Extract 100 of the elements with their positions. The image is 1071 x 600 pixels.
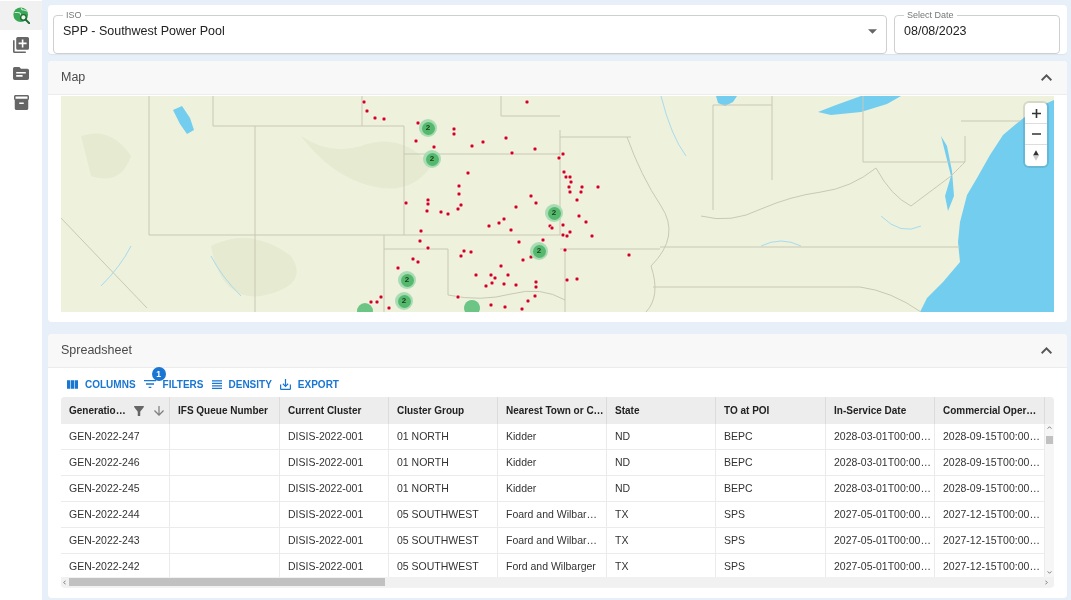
map-marker-icon[interactable] <box>528 254 534 260</box>
cluster-marker-icon[interactable] <box>464 300 480 312</box>
map-marker-icon[interactable] <box>496 220 502 226</box>
map-marker-icon[interactable] <box>424 208 430 214</box>
toolbar-button[interactable]: DENSITY <box>211 375 272 393</box>
map-marker-icon[interactable] <box>451 126 457 132</box>
map-marker-icon[interactable] <box>533 284 539 290</box>
map-marker-icon[interactable] <box>567 189 573 195</box>
map-marker-icon[interactable] <box>533 200 539 206</box>
map-marker-icon[interactable] <box>486 223 492 229</box>
map-marker-icon[interactable] <box>415 120 421 126</box>
map-marker-icon[interactable] <box>564 233 570 239</box>
map-marker-icon[interactable] <box>567 229 573 235</box>
map-marker-icon[interactable] <box>488 272 494 278</box>
map-marker-icon[interactable] <box>410 256 416 262</box>
map-marker-icon[interactable] <box>413 138 419 144</box>
map-marker-icon[interactable] <box>513 204 519 210</box>
map-marker-icon[interactable] <box>564 277 570 283</box>
map-marker-icon[interactable] <box>525 298 531 304</box>
map-marker-icon[interactable] <box>583 219 589 225</box>
map-marker-icon[interactable] <box>445 211 451 217</box>
map-marker-icon[interactable] <box>425 201 431 207</box>
map-marker-icon[interactable] <box>381 116 387 122</box>
map-marker-icon[interactable] <box>508 227 514 233</box>
map-marker-icon[interactable] <box>516 239 522 245</box>
map-marker-icon[interactable] <box>374 299 380 305</box>
map-marker-icon[interactable] <box>509 150 515 156</box>
sort-down-arrow-icon[interactable] <box>154 405 164 416</box>
map-marker-icon[interactable] <box>574 276 580 282</box>
map-marker-icon[interactable] <box>451 131 457 137</box>
map-marker-icon[interactable] <box>458 202 464 208</box>
map-marker-icon[interactable] <box>560 222 566 228</box>
vertical-scrollbar[interactable] <box>1045 424 1054 577</box>
map-marker-icon[interactable] <box>563 174 569 180</box>
map-marker-icon[interactable] <box>501 281 507 287</box>
map-marker-icon[interactable] <box>532 146 538 152</box>
map-marker-icon[interactable] <box>556 155 562 161</box>
scrollbar-thumb[interactable] <box>69 578 385 586</box>
map-marker-icon[interactable] <box>560 151 566 157</box>
toolbar-button[interactable]: COLUMNS <box>67 375 136 393</box>
map-marker-icon[interactable] <box>488 302 494 308</box>
map-marker-icon[interactable] <box>455 294 461 300</box>
map-marker-icon[interactable] <box>438 209 444 215</box>
map-marker-icon[interactable] <box>465 170 471 176</box>
map-marker-icon[interactable] <box>561 169 567 175</box>
map-marker-icon[interactable] <box>566 184 572 190</box>
map-marker-icon[interactable] <box>595 184 601 190</box>
map-marker-icon[interactable] <box>461 248 467 254</box>
map-marker-icon[interactable] <box>403 200 409 206</box>
map-marker-icon[interactable] <box>519 306 525 312</box>
map-marker-icon[interactable] <box>579 184 585 190</box>
map-marker-icon[interactable] <box>489 280 495 286</box>
map-marker-icon[interactable] <box>480 139 486 145</box>
map-marker-icon[interactable] <box>469 143 475 149</box>
map-marker-icon[interactable] <box>520 257 526 263</box>
map-marker-icon[interactable] <box>540 237 546 243</box>
map-marker-icon[interactable] <box>473 272 479 278</box>
map-marker-icon[interactable] <box>532 293 538 299</box>
map-marker-icon[interactable] <box>578 189 584 195</box>
map-marker-icon[interactable] <box>528 193 534 199</box>
map-marker-icon[interactable] <box>361 99 367 105</box>
sidebar-item[interactable] <box>0 1 42 30</box>
map-marker-icon[interactable] <box>425 197 431 203</box>
map-marker-icon[interactable] <box>503 135 509 141</box>
map-marker-icon[interactable] <box>468 249 474 255</box>
map-marker-icon[interactable] <box>533 279 539 285</box>
map-marker-icon[interactable] <box>431 144 437 150</box>
map-marker-icon[interactable] <box>415 259 421 265</box>
date-field[interactable]: Select Date 08/08/2023 <box>894 10 1060 54</box>
map-marker-icon[interactable] <box>386 305 392 311</box>
map-marker-icon[interactable] <box>501 216 507 222</box>
map-marker-icon[interactable] <box>568 179 574 185</box>
map-marker-icon[interactable] <box>483 283 489 289</box>
map-marker-icon[interactable] <box>456 191 462 197</box>
toolbar-button[interactable]: EXPORT <box>279 375 339 393</box>
map-marker-icon[interactable] <box>502 304 508 310</box>
map-marker-icon[interactable] <box>378 294 384 300</box>
iso-select[interactable]: ISO SPP - Southwest Power Pool <box>53 10 887 54</box>
map-marker-icon[interactable] <box>524 99 530 105</box>
map-marker-icon[interactable] <box>574 197 580 203</box>
map-marker-icon[interactable] <box>372 115 378 121</box>
map-marker-icon[interactable] <box>589 233 595 239</box>
map-marker-icon[interactable] <box>576 213 582 219</box>
map-marker-icon[interactable] <box>425 245 431 251</box>
map-marker-icon[interactable] <box>364 108 370 114</box>
map-marker-icon[interactable] <box>562 247 568 253</box>
map-marker-icon[interactable] <box>458 253 464 259</box>
map-marker-icon[interactable] <box>492 275 498 281</box>
map-marker-icon[interactable] <box>560 232 566 238</box>
map-marker-icon[interactable] <box>567 174 573 180</box>
map-marker-icon[interactable] <box>395 265 401 271</box>
map-marker-icon[interactable] <box>368 299 374 305</box>
map-marker-icon[interactable] <box>456 183 462 189</box>
scrollbar-thumb[interactable] <box>1046 436 1053 444</box>
map-marker-icon[interactable] <box>455 206 461 212</box>
map-marker-icon[interactable] <box>498 263 504 269</box>
map-marker-icon[interactable] <box>626 252 632 258</box>
scroll-down-icon[interactable] <box>1047 571 1052 574</box>
map-marker-icon[interactable] <box>505 272 511 278</box>
scroll-up-icon[interactable] <box>1047 426 1052 429</box>
